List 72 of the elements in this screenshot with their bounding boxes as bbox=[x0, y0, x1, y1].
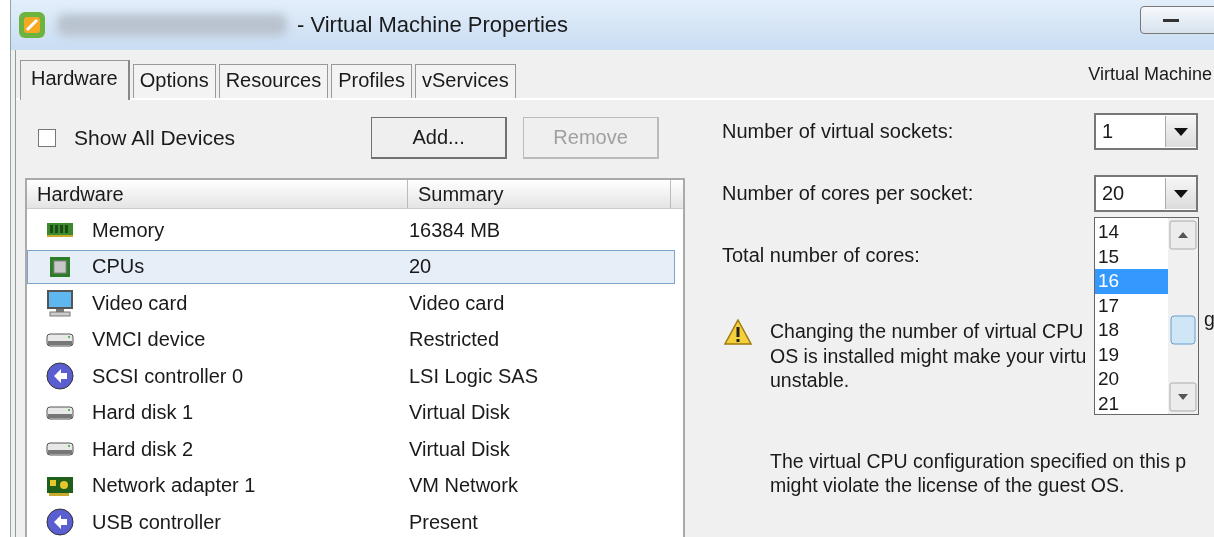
checkbox[interactable] bbox=[38, 129, 56, 147]
dropdown-option[interactable]: 21 bbox=[1095, 391, 1168, 416]
dropdown-option[interactable]: 17 bbox=[1095, 293, 1168, 318]
dropdown-option[interactable]: 20 bbox=[1095, 367, 1168, 392]
minimize-button[interactable] bbox=[1140, 6, 1214, 34]
dropdown-arrow-button[interactable] bbox=[1165, 116, 1196, 147]
summary-cell: Virtual Disk bbox=[409, 437, 510, 461]
tab[interactable]: Options bbox=[132, 64, 216, 98]
scrollbar[interactable] bbox=[1168, 218, 1198, 414]
hardware-cell-text: CPUs bbox=[92, 255, 146, 279]
drive-icon bbox=[46, 404, 74, 421]
chip-icon bbox=[48, 254, 72, 279]
tab[interactable]: Hardware bbox=[20, 60, 130, 100]
hardware-cell-text: SCSI controller 0 bbox=[92, 364, 245, 388]
summary-cell: Restricted bbox=[409, 328, 500, 352]
table-row[interactable]: Hard disk 2 Virtual Disk bbox=[27, 432, 675, 467]
setting-label: Total number of cores: bbox=[722, 244, 921, 267]
arrow-circle-icon bbox=[46, 362, 74, 391]
table-row[interactable]: Memory 16384 MB bbox=[27, 213, 675, 248]
summary-cell: Present bbox=[409, 510, 478, 534]
summary-cell: Video card bbox=[409, 291, 505, 315]
table-row[interactable]: Network adapter 1 VM Network bbox=[27, 468, 675, 503]
setting-label: Number of virtual sockets: bbox=[722, 120, 955, 143]
hardware-cell-text: Memory bbox=[92, 218, 166, 242]
drive-icon bbox=[46, 441, 74, 458]
tab[interactable]: Resources bbox=[218, 64, 329, 98]
tab[interactable]: vServices bbox=[414, 64, 516, 98]
table-row[interactable]: VMCI device Restricted bbox=[27, 322, 675, 357]
table-row[interactable]: USB controller Present bbox=[27, 505, 675, 537]
table-row[interactable]: SCSI controller 0 LSI Logic SAS bbox=[27, 359, 675, 394]
caret-icon bbox=[1174, 189, 1188, 198]
hardware-cell-text: Network adapter 1 bbox=[92, 474, 257, 498]
license-note-text: might violate the license of the guest OS. bbox=[770, 473, 1126, 498]
summary-cell: VM Network bbox=[409, 474, 518, 498]
table-row[interactable]: Video card Video card bbox=[27, 286, 675, 321]
dropdown-arrow-button[interactable] bbox=[1165, 178, 1196, 209]
warning-icon bbox=[724, 319, 752, 345]
warning-text: OS is installed might make your virtu bbox=[770, 343, 1087, 368]
warning-text: g bbox=[1204, 308, 1214, 331]
summary-cell: 16384 MB bbox=[409, 218, 501, 242]
dropdown-field[interactable]: 1 bbox=[1094, 113, 1198, 150]
column-header[interactable]: Hardware bbox=[27, 180, 408, 208]
table-row[interactable]: CPUs 20 bbox=[27, 249, 675, 284]
dropdown-field[interactable]: 20 bbox=[1094, 175, 1198, 212]
app-logo-icon bbox=[17, 10, 47, 40]
hardware-cell-text: Hard disk 1 bbox=[92, 401, 195, 425]
summary-cell: LSI Logic SAS bbox=[409, 364, 538, 388]
column-header[interactable]: Summary bbox=[408, 180, 671, 208]
summary-cell: Virtual Disk bbox=[409, 401, 510, 425]
hardware-cell-text: USB controller bbox=[92, 510, 222, 534]
summary-cell: 20 bbox=[409, 255, 432, 279]
table-row[interactable]: Hard disk 1 Virtual Disk bbox=[27, 395, 675, 430]
checkbox-label: Show All Devices bbox=[74, 126, 236, 150]
dropdown-option[interactable]: 19 bbox=[1095, 342, 1168, 367]
monitor-icon bbox=[45, 289, 75, 318]
window-title: - Virtual Machine Properties bbox=[297, 12, 569, 38]
hardware-cell-text: Hard disk 2 bbox=[92, 437, 195, 461]
drive-icon bbox=[46, 331, 74, 348]
header-label: Virtual Machine bbox=[1088, 63, 1212, 85]
hardware-cell-text: Video card bbox=[92, 291, 189, 315]
caret-icon bbox=[1174, 127, 1188, 136]
dropdown-option[interactable]: 14 bbox=[1095, 220, 1168, 245]
add-button[interactable]: Add... bbox=[371, 117, 508, 159]
setting-label: Number of cores per socket: bbox=[722, 182, 975, 205]
dropdown-option[interactable]: 18 bbox=[1095, 318, 1168, 343]
warning-text: Changing the number of virtual CPU bbox=[770, 319, 1085, 344]
warning-text: unstable. bbox=[770, 368, 851, 393]
tab[interactable]: Profiles bbox=[331, 64, 412, 98]
hardware-cell-text: VMCI device bbox=[92, 328, 207, 352]
dropdown-option[interactable]: 15 bbox=[1095, 244, 1168, 269]
network-card-icon bbox=[46, 474, 74, 497]
license-note-text: The virtual CPU configuration specified on this p bbox=[770, 448, 1188, 473]
